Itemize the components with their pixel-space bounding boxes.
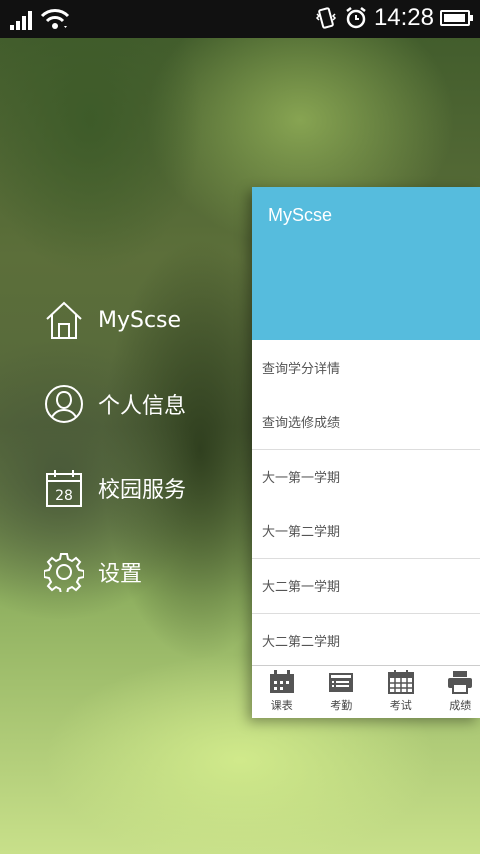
list-item-label: 查询选修成绩 [262,416,341,432]
panel-list: 查询学分详情 查询选修成绩 大一第一学期 大一第二学期 大二第一学期 大二第二学… [252,340,480,667]
calendar-icon: 28 [44,468,84,508]
panel-header: MyScse [252,187,480,340]
list-item[interactable]: 大一第一学期 [252,449,480,504]
tab-label: 课表 [270,699,293,712]
clock-time: 14:28 [373,4,434,31]
menu-item-personal-info[interactable]: 个人信息 [44,382,244,426]
battery-icon [440,10,473,26]
menu-item-label: MyScse [98,307,182,333]
bottom-tab-bar: 课表 考勤 考试 成绩 [252,665,480,718]
home-icon [44,300,84,340]
status-bar: 14:28 [0,0,480,38]
list-item-label: 查询学分详情 [262,361,341,377]
tab-label: 考试 [389,699,412,712]
printer-icon [447,670,473,694]
menu-item-campus-services[interactable]: 28 校园服务 [44,466,244,510]
calendar-table-icon [387,670,414,694]
list-item-label: 大二第一学期 [262,580,341,596]
list-item[interactable]: 大二第一学期 [252,558,480,613]
list-item[interactable]: 查询选修成绩 [252,395,480,450]
tab-schedule[interactable]: 课表 [252,666,312,718]
menu-item-label: 个人信息 [98,394,187,419]
calendar-icon-date: 28 [55,488,73,504]
user-icon [44,384,84,424]
list-item-label: 大二第二学期 [262,634,341,650]
list-item[interactable]: 查询学分详情 [252,340,480,395]
calendar-grid-icon [269,670,295,694]
vibrate-icon [315,7,336,29]
list-item-label: 大一第一学期 [262,471,341,487]
tab-attendance[interactable]: 考勤 [312,666,372,718]
signal-icon [10,10,32,30]
tab-label: 考勤 [330,699,353,712]
list-card-icon [328,670,354,694]
gear-icon [44,552,84,592]
main-content-panel: MyScse 查询学分详情 查询选修成绩 大一第一学期 大一第二学期 大二第一学… [252,187,480,718]
tab-exam[interactable]: 考试 [371,666,431,718]
menu-item-label: 校园服务 [98,478,187,503]
panel-title: MyScse [268,205,333,225]
alarm-icon [346,7,366,29]
list-item[interactable]: 大二第二学期 [252,612,480,668]
menu-item-label: 设置 [98,562,143,587]
list-item[interactable]: 大一第二学期 [252,504,480,559]
list-item-label: 大一第二学期 [262,525,341,541]
menu-item-settings[interactable]: 设置 [44,550,244,594]
tab-label: 成绩 [449,699,472,712]
wifi-icon [40,9,70,29]
menu-item-myscse[interactable]: MyScse [44,298,244,342]
tab-grades[interactable]: 成绩 [431,666,480,718]
